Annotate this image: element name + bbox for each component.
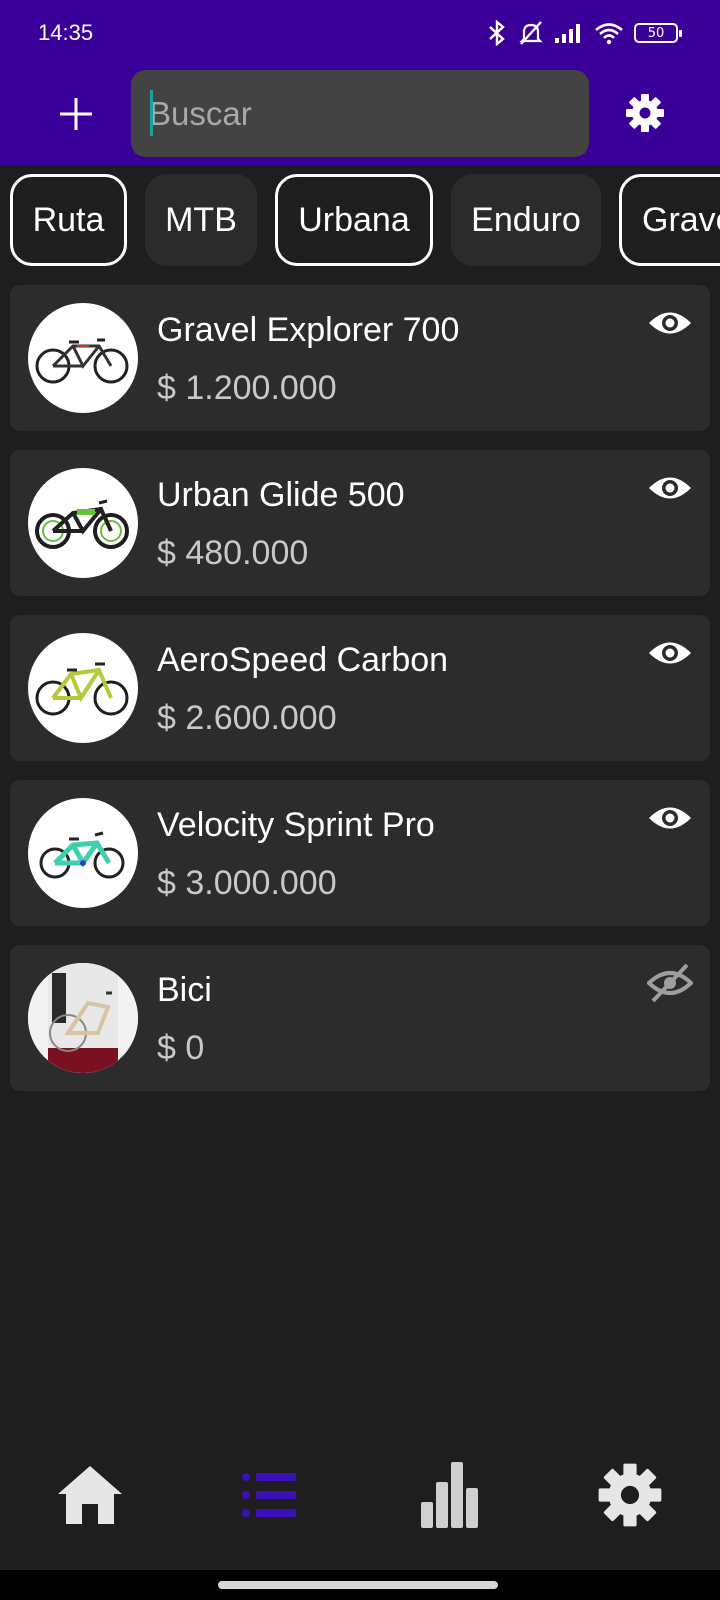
battery-level: 50	[647, 25, 665, 41]
gear-icon	[625, 93, 665, 138]
product-price: $ 3.000.000	[157, 864, 337, 902]
signal-icon	[554, 22, 584, 44]
nav-stats[interactable]	[400, 1448, 500, 1548]
bike-image	[35, 499, 129, 549]
product-price: $ 2.600.000	[157, 699, 337, 737]
product-thumbnail	[28, 633, 138, 743]
battery-icon: 50	[634, 23, 682, 43]
status-icons: 50	[486, 18, 682, 48]
visibility-toggle[interactable]	[646, 802, 694, 838]
bluetooth-icon	[486, 20, 508, 46]
eye-icon	[647, 803, 693, 838]
nav-settings[interactable]	[580, 1448, 680, 1548]
bike-image	[35, 662, 129, 716]
product-card[interactable]: AeroSpeed Carbon $ 2.600.000	[10, 615, 710, 761]
product-name: Velocity Sprint Pro	[157, 806, 435, 844]
chip-mtb[interactable]: MTB	[145, 174, 257, 266]
visibility-toggle[interactable]	[646, 307, 694, 343]
eye-icon	[647, 308, 693, 343]
product-price: $ 480.000	[157, 534, 309, 572]
visibility-toggle[interactable]	[646, 963, 694, 1003]
settings-button[interactable]	[620, 90, 670, 140]
product-list: Gravel Explorer 700 $ 1.200.000 Urban Gl…	[10, 285, 710, 1110]
chip-urbana[interactable]: Urbana	[275, 174, 433, 266]
search-field[interactable]	[131, 70, 589, 157]
product-card[interactable]: Gravel Explorer 700 $ 1.200.000	[10, 285, 710, 431]
eye-icon	[647, 473, 693, 508]
product-thumbnail	[28, 303, 138, 413]
eye-icon	[647, 638, 693, 673]
bike-photo	[28, 963, 138, 1073]
plus-icon	[58, 96, 94, 137]
product-card[interactable]: Bici $ 0	[10, 945, 710, 1091]
add-button[interactable]	[48, 88, 104, 144]
chip-ruta[interactable]: Ruta	[10, 174, 127, 266]
product-thumbnail	[28, 798, 138, 908]
nav-home[interactable]	[40, 1448, 140, 1548]
app-header: 14:35 50	[0, 0, 720, 165]
bar-chart-icon	[419, 1460, 481, 1535]
eye-off-icon	[646, 963, 694, 1008]
product-name: AeroSpeed Carbon	[157, 641, 449, 679]
product-thumbnail	[28, 468, 138, 578]
bike-image	[35, 338, 129, 384]
product-name: Urban Glide 500	[157, 476, 405, 514]
product-card[interactable]: Velocity Sprint Pro $ 3.000.000	[10, 780, 710, 926]
product-thumbnail	[28, 963, 138, 1073]
product-card[interactable]: Urban Glide 500 $ 480.000	[10, 450, 710, 596]
list-icon	[242, 1471, 298, 1524]
visibility-toggle[interactable]	[646, 637, 694, 673]
product-price: $ 0	[157, 1029, 205, 1067]
status-time: 14:35	[38, 20, 94, 45]
text-cursor	[150, 90, 153, 136]
wifi-icon	[594, 21, 624, 45]
category-chips: Ruta MTB Urbana Enduro Gravel	[10, 174, 720, 266]
home-icon	[56, 1464, 124, 1531]
product-price: $ 1.200.000	[157, 369, 337, 407]
product-name: Bici	[157, 971, 212, 1009]
search-input[interactable]	[149, 94, 589, 133]
bottom-navigation	[0, 1425, 720, 1570]
chip-enduro[interactable]: Enduro	[451, 174, 601, 266]
chip-gravel[interactable]: Gravel	[619, 174, 720, 266]
nav-list[interactable]	[220, 1448, 320, 1548]
bell-off-icon	[518, 20, 544, 46]
gesture-handle[interactable]	[218, 1581, 498, 1589]
bike-image	[39, 831, 125, 879]
visibility-toggle[interactable]	[646, 472, 694, 508]
gear-icon	[597, 1462, 663, 1533]
product-name: Gravel Explorer 700	[157, 311, 460, 349]
